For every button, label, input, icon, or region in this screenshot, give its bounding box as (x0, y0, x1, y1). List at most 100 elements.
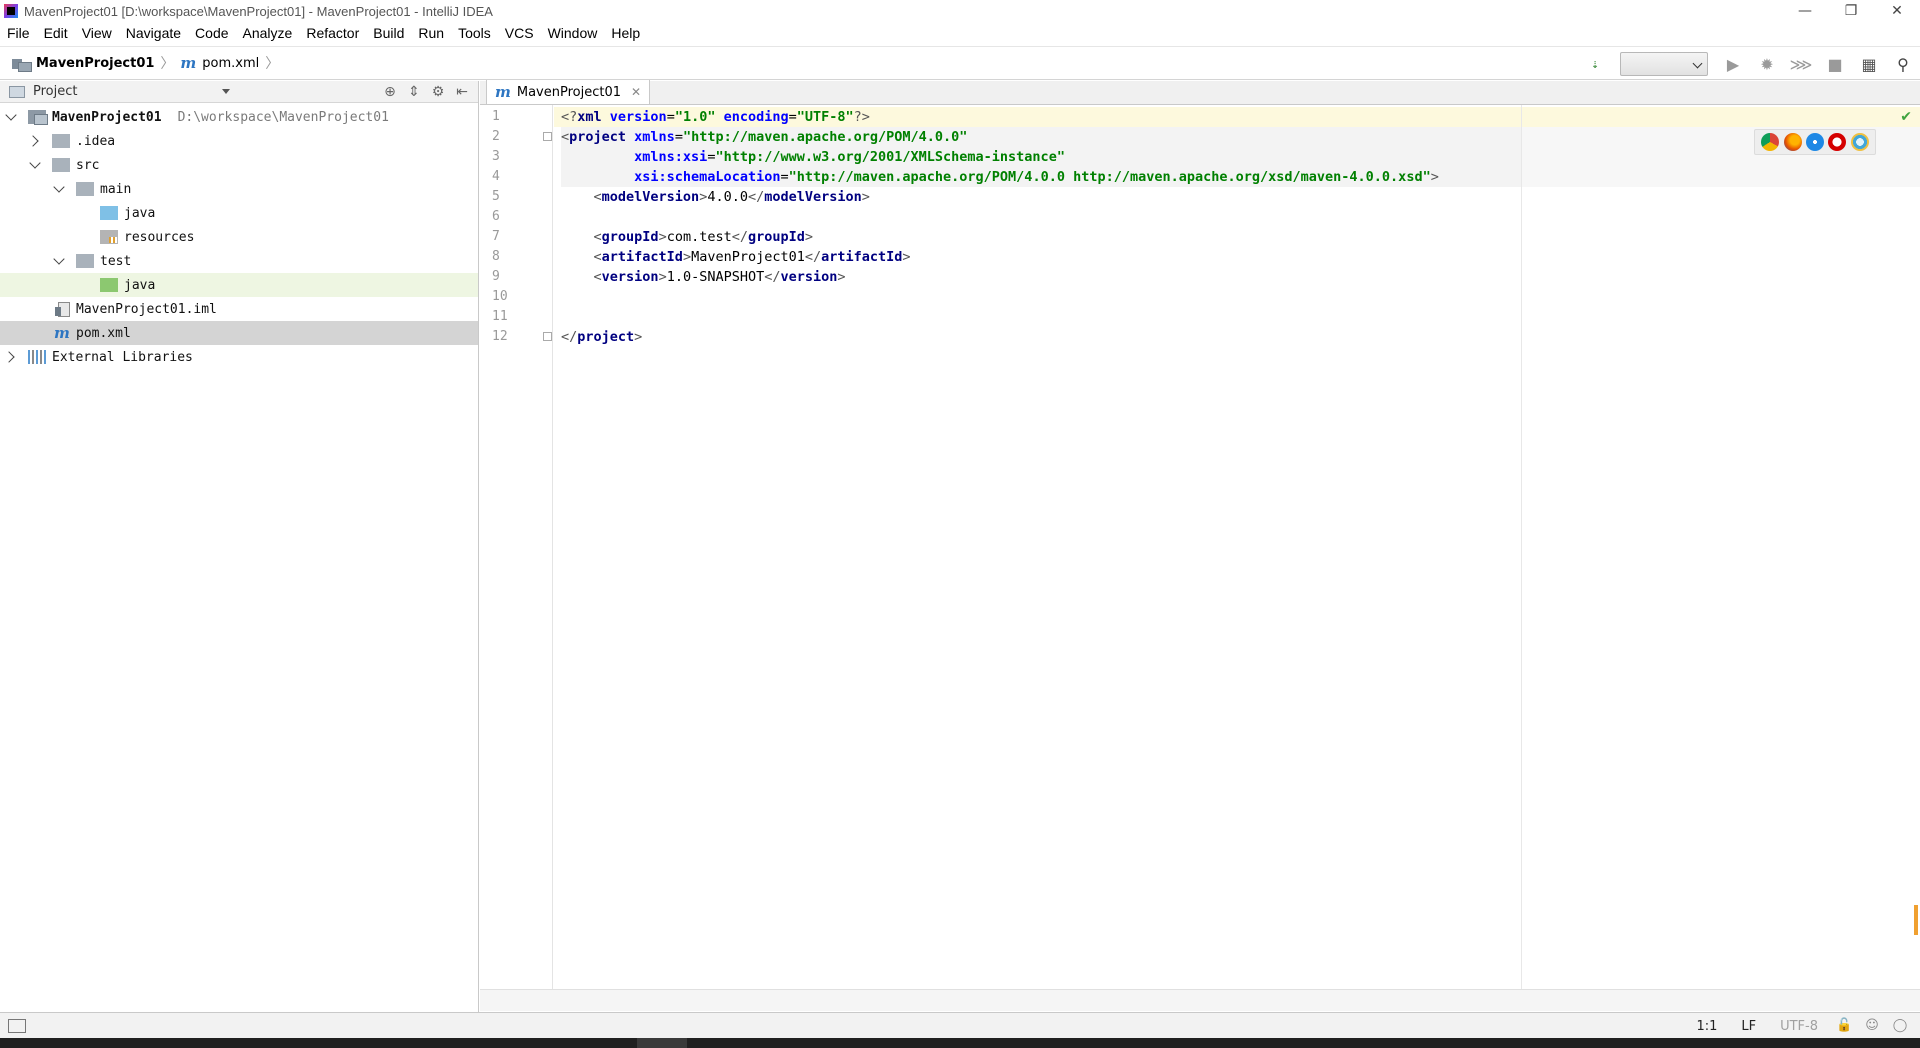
tree-item-label: resources (124, 229, 195, 245)
scroll-error-marker[interactable] (1914, 905, 1918, 935)
title-bar: MavenProject01 [D:\workspace\MavenProjec… (0, 0, 1920, 22)
folder-icon (76, 182, 94, 196)
minimize-button[interactable]: — (1782, 0, 1828, 22)
opera-icon[interactable] (1828, 133, 1847, 151)
tree-item-project-root[interactable]: MavenProject01 D:\workspace\MavenProject… (0, 105, 478, 129)
expand-chevron-icon[interactable] (54, 256, 64, 266)
menu-bar: File Edit View Navigate Code Analyze Ref… (0, 22, 1920, 44)
debug-icon[interactable]: ✹ (1756, 53, 1778, 75)
os-taskbar (0, 1038, 1920, 1048)
code-editor[interactable]: 1 2 3 4 5 6 7 8 9 10 11 12 <?xml version… (480, 105, 1920, 989)
firefox-icon[interactable] (1783, 133, 1802, 151)
tab-pom[interactable]: m MavenProject01 ✕ (486, 80, 651, 104)
resources-folder-icon (100, 230, 118, 244)
expand-chevron-icon[interactable] (54, 184, 64, 194)
status-bar: 1:1 LF UTF-8 🔓 ☺ ◯ (0, 1012, 1920, 1038)
menu-refactor[interactable]: Refactor (299, 22, 366, 44)
menu-window[interactable]: Window (541, 22, 605, 44)
module-folder-icon (28, 110, 48, 125)
coverage-icon[interactable]: ⋙ (1790, 53, 1813, 75)
breadcrumb-project[interactable]: MavenProject01 (36, 56, 154, 71)
close-tab-icon[interactable]: ✕ (631, 85, 641, 99)
collapse-all-icon[interactable]: ⇕ (402, 84, 426, 100)
gear-icon[interactable]: ⚙ (426, 84, 450, 100)
search-icon[interactable]: ⚲ (1892, 53, 1914, 75)
menu-edit[interactable]: Edit (37, 22, 75, 44)
sort-icon[interactable]: ⇣ (1584, 53, 1606, 75)
code-line-7: <groupId>com.test</groupId> (593, 229, 814, 245)
tree-item-test[interactable]: test (0, 249, 478, 273)
lock-icon[interactable]: 🔓 (1836, 1018, 1852, 1034)
project-panel-tools: ⊕ ⇕ ⚙ ⇤ (378, 81, 474, 103)
collapse-chevron-icon[interactable] (6, 352, 16, 362)
line-number: 1 (492, 109, 500, 124)
close-button[interactable]: ✕ (1874, 0, 1920, 22)
file-encoding[interactable]: UTF-8 (1780, 1019, 1818, 1034)
tree-item-main-java[interactable]: java (0, 201, 478, 225)
fold-marker-icon[interactable] (543, 132, 552, 141)
menu-help[interactable]: Help (604, 22, 647, 44)
project-view-icon (9, 85, 25, 98)
tree-item-test-java[interactable]: java (0, 273, 478, 297)
tree-item-resources[interactable]: resources (0, 225, 478, 249)
expand-chevron-icon[interactable] (6, 112, 16, 122)
run-icon[interactable]: ▶ (1722, 53, 1744, 75)
menu-analyze[interactable]: Analyze (236, 22, 300, 44)
status-bar-widgets: 1:1 LF UTF-8 🔓 ☺ ◯ (1684, 1013, 1914, 1039)
tree-item-label: .idea (76, 133, 116, 149)
menu-tools[interactable]: Tools (451, 22, 498, 44)
intellij-app-icon (4, 4, 18, 18)
breadcrumb-file[interactable]: pom.xml (202, 56, 259, 71)
menu-file[interactable]: File (0, 22, 37, 44)
line-number: 12 (492, 329, 508, 344)
event-log-icon[interactable]: ◯ (1892, 1018, 1908, 1034)
menu-vcs[interactable]: VCS (498, 22, 541, 44)
line-number: 3 (492, 149, 500, 164)
locate-file-icon[interactable]: ⊕ (378, 84, 402, 100)
restore-button[interactable]: ❐ (1828, 0, 1874, 22)
horizontal-scrollbar[interactable] (480, 989, 1920, 1011)
breadcrumb-separator-icon: 〉 (265, 56, 280, 72)
tree-item-pom[interactable]: m pom.xml (0, 321, 478, 345)
line-separator[interactable]: LF (1741, 1019, 1756, 1034)
menu-build[interactable]: Build (366, 22, 411, 44)
line-number: 7 (492, 229, 500, 244)
tree-item-main[interactable]: main (0, 177, 478, 201)
view-selector-dropdown-icon[interactable] (222, 89, 230, 94)
stop-icon[interactable]: ■ (1824, 53, 1846, 75)
menu-run[interactable]: Run (411, 22, 451, 44)
chrome-icon[interactable] (1761, 133, 1780, 151)
hide-panel-icon[interactable]: ⇤ (450, 84, 474, 100)
tree-item-label: main (100, 181, 132, 197)
tree-item-label: pom.xml (76, 325, 131, 341)
tree-item-label: External Libraries (52, 349, 193, 365)
ie-icon[interactable] (1850, 133, 1869, 151)
project-panel-title[interactable]: Project (33, 84, 77, 99)
line-number: 8 (492, 249, 500, 264)
run-toolbar: ⇣ ▶ ✹ ⋙ ■ ▦ ⚲ (1578, 47, 1920, 81)
menu-navigate[interactable]: Navigate (119, 22, 188, 44)
expand-chevron-icon[interactable] (30, 160, 40, 170)
caret-position[interactable]: 1:1 (1696, 1019, 1717, 1034)
tool-windows-toggle-icon[interactable] (8, 1018, 26, 1033)
editor-tab-bar: m MavenProject01 ✕ (480, 80, 1920, 105)
tree-item-iml[interactable]: MavenProject01.iml (0, 297, 478, 321)
tree-item-src[interactable]: src (0, 153, 478, 177)
collapse-chevron-icon[interactable] (30, 136, 40, 146)
menu-view[interactable]: View (75, 22, 119, 44)
tree-item-external-libraries[interactable]: External Libraries (0, 345, 478, 369)
code-line-8: <artifactId>MavenProject01</artifactId> (593, 249, 911, 265)
inspector-icon[interactable]: ☺ (1864, 1018, 1880, 1034)
tree-item-label: MavenProject01.iml (76, 301, 217, 317)
safari-icon[interactable] (1805, 133, 1824, 151)
tree-item-idea[interactable]: .idea (0, 129, 478, 153)
module-folder-icon (12, 57, 32, 72)
iml-file-icon (54, 301, 70, 317)
run-configuration-select[interactable] (1620, 52, 1708, 76)
taskbar-active-app[interactable] (637, 1038, 687, 1048)
menu-code[interactable]: Code (188, 22, 235, 44)
fold-marker-icon[interactable] (543, 332, 552, 341)
code-line-2: <project xmlns="http://maven.apache.org/… (561, 129, 968, 145)
inspection-ok-icon[interactable]: ✔ (1900, 109, 1912, 125)
project-structure-icon[interactable]: ▦ (1858, 53, 1880, 75)
